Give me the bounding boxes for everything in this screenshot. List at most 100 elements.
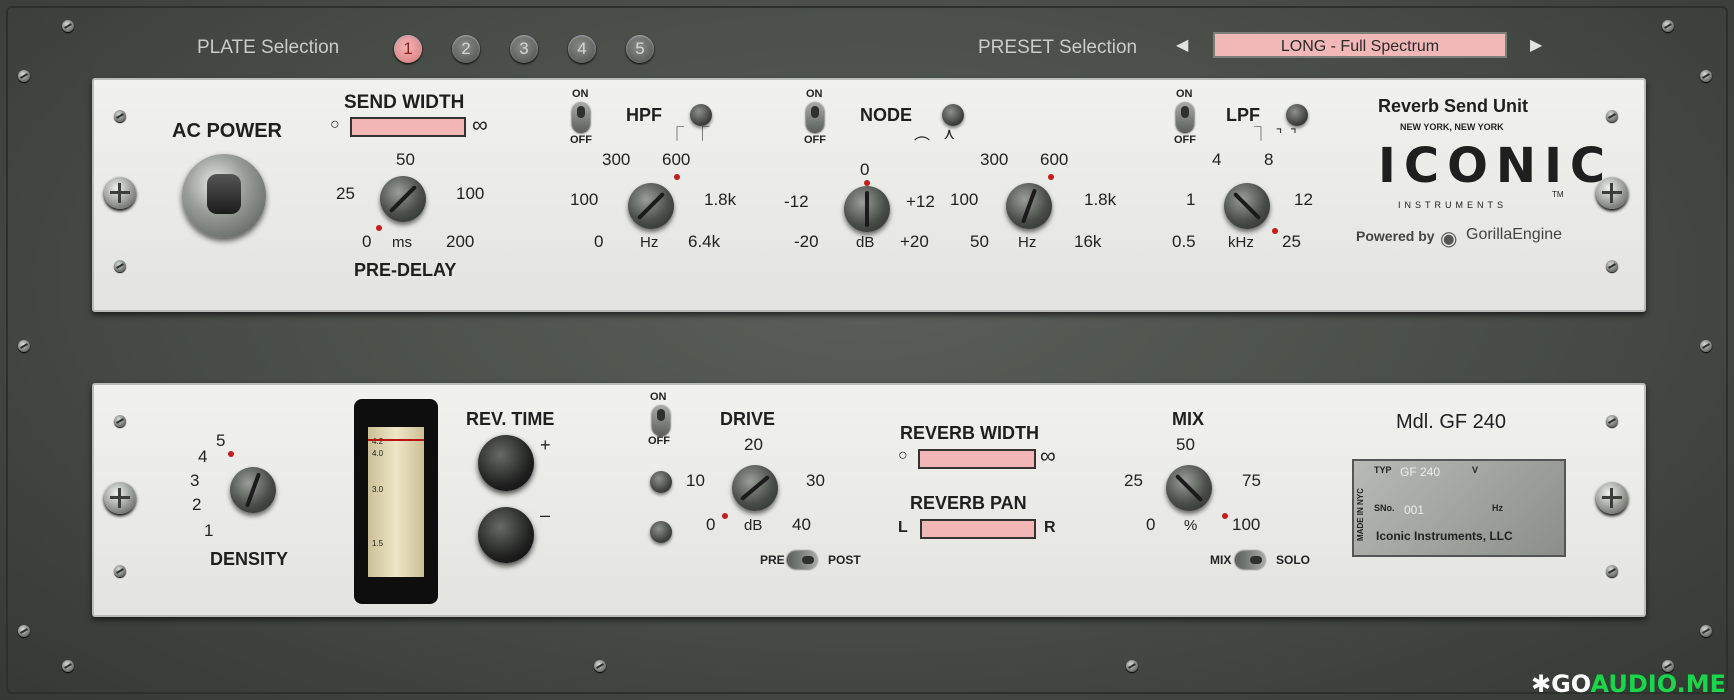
rack-screw-icon	[18, 625, 30, 637]
rev-time-minus-label: –	[540, 505, 551, 525]
typ-label: TYP	[1374, 465, 1392, 475]
panel-bolt-icon	[1596, 482, 1628, 514]
typ-value: GF 240	[1400, 465, 1441, 479]
drive-switch-on-label: ON	[650, 391, 667, 403]
hpf-tick: 600	[662, 150, 691, 169]
node-shape-icon: ︵ ⋏	[914, 126, 956, 143]
node-toggle[interactable]	[806, 102, 824, 132]
drive-tick: 20	[744, 435, 763, 454]
drive-pre-post-switch[interactable]	[788, 551, 818, 569]
pre-delay-led	[376, 225, 382, 231]
drive-curve-knob-1[interactable]	[650, 471, 672, 493]
plate-3-button[interactable]: 3	[510, 35, 538, 63]
mix-mode-label: MIX	[1210, 553, 1232, 567]
send-width-slider[interactable]	[350, 117, 466, 137]
reverb-pan-slider[interactable]	[920, 519, 1036, 539]
plate-2-button[interactable]: 2	[452, 35, 480, 63]
ac-power-label: AC POWER	[172, 120, 282, 142]
rack-background: PLATE Selection 1 2 3 4 5 PRESET Selecti…	[0, 0, 1734, 700]
pre-delay-label: PRE-DELAY	[354, 260, 457, 280]
rack-screw-icon	[1700, 70, 1712, 82]
hpf-slope-icon: ⎾ ⎾	[670, 126, 710, 142]
panel-screw-icon	[1606, 110, 1618, 122]
hpf-freq-knob[interactable]	[628, 183, 674, 229]
mix-tick: 100	[1232, 515, 1261, 534]
lpf-tick: 12	[1294, 190, 1313, 209]
drive-led	[722, 513, 728, 519]
node-label: NODE	[860, 105, 913, 125]
density-knob[interactable]	[230, 467, 276, 513]
engine-name: GorillaEngine	[1466, 226, 1563, 243]
mix-led	[1222, 513, 1228, 519]
sn-label: SNo.	[1374, 503, 1395, 513]
rev-time-minus-button[interactable]	[478, 507, 534, 563]
lpf-slope-icon: ⏋ ⌝ ⌝	[1254, 126, 1297, 142]
node-gain-tick: +12	[906, 192, 935, 211]
drive-knob[interactable]	[732, 465, 778, 511]
hz-label: Hz	[1492, 503, 1503, 513]
lpf-freq-knob[interactable]	[1224, 183, 1270, 229]
plate-1-button[interactable]: 1	[394, 35, 422, 63]
rack-screw-icon	[594, 660, 606, 672]
lpf-toggle[interactable]	[1176, 102, 1194, 132]
pre-delay-tick: 200	[446, 232, 475, 251]
model-title: Mdl. GF 240	[1396, 411, 1507, 433]
brand-city: NEW YORK, NEW YORK	[1400, 122, 1504, 132]
node-freq-unit: Hz	[1018, 234, 1037, 251]
density-tick: 5	[216, 431, 226, 450]
drive-label: DRIVE	[720, 409, 776, 429]
pre-delay-knob[interactable]	[380, 176, 426, 222]
rev-time-plus-button[interactable]	[478, 435, 534, 491]
rack-screw-icon	[62, 20, 74, 32]
node-freq-knob[interactable]	[1006, 183, 1052, 229]
panel-bolt-icon	[104, 482, 136, 514]
company-label: Iconic Instruments, LLC	[1376, 529, 1513, 543]
drive-unit: dB	[744, 517, 763, 534]
watermark-icon: ✱	[1530, 670, 1552, 698]
mix-solo-switch[interactable]	[1236, 551, 1266, 569]
preset-display[interactable]: LONG - Full Spectrum	[1213, 32, 1507, 58]
plate-5-button[interactable]: 5	[626, 35, 654, 63]
brand-tm: TM	[1552, 190, 1564, 199]
reverb-pan-label: REVERB PAN	[910, 493, 1027, 513]
lpf-tick: 1	[1186, 190, 1196, 209]
hpf-slope-knob[interactable]	[690, 104, 712, 126]
pre-delay-tick: 100	[456, 184, 485, 203]
preset-next-arrow-icon[interactable]: ▶	[1530, 35, 1542, 55]
drive-curve-knob-2[interactable]	[650, 521, 672, 543]
panel-bolt-icon	[104, 177, 136, 209]
hpf-unit: Hz	[640, 234, 659, 251]
preset-selection-label: PRESET Selection	[978, 37, 1138, 58]
preset-prev-arrow-icon[interactable]: ◀	[1176, 35, 1188, 55]
node-gain-knob[interactable]	[844, 186, 890, 232]
send-width-label: SEND WIDTH	[344, 92, 465, 113]
sn-value: 001	[1404, 503, 1425, 517]
mix-tick: 75	[1242, 471, 1261, 490]
pre-delay-tick: 50	[396, 150, 415, 169]
drive-switch-off-label: OFF	[648, 435, 670, 447]
node-switch-on-label: ON	[806, 88, 823, 100]
panel-screw-icon	[114, 565, 126, 577]
panel-screw-icon	[114, 260, 126, 272]
drive-tick: 10	[686, 471, 705, 490]
hpf-toggle[interactable]	[572, 102, 590, 132]
reverb-width-slider[interactable]	[918, 449, 1036, 469]
drive-toggle[interactable]	[652, 405, 670, 435]
node-freq-tick: 1.8k	[1084, 190, 1117, 209]
meter-face: 4.2 4.0 3.0 1.5	[368, 427, 424, 577]
reverb-width-max-icon: ∞	[1040, 443, 1056, 468]
lpf-unit: kHz	[1228, 234, 1254, 251]
hpf-tick: 300	[602, 150, 631, 169]
watermark: ✱GOAUDIO.ME	[1531, 670, 1726, 698]
pre-delay-tick: 25	[336, 184, 355, 203]
rack-screw-icon	[1700, 625, 1712, 637]
plate-4-button[interactable]: 4	[568, 35, 596, 63]
v-label: V	[1472, 465, 1479, 475]
mix-knob[interactable]	[1166, 465, 1212, 511]
lpf-slope-knob[interactable]	[1286, 104, 1308, 126]
rev-time-plus-label: +	[540, 435, 551, 455]
powered-by: Powered by	[1356, 228, 1435, 244]
mix-tick: 50	[1176, 435, 1195, 454]
ac-power-switch[interactable]	[182, 154, 266, 238]
lpf-label: LPF	[1226, 105, 1260, 125]
